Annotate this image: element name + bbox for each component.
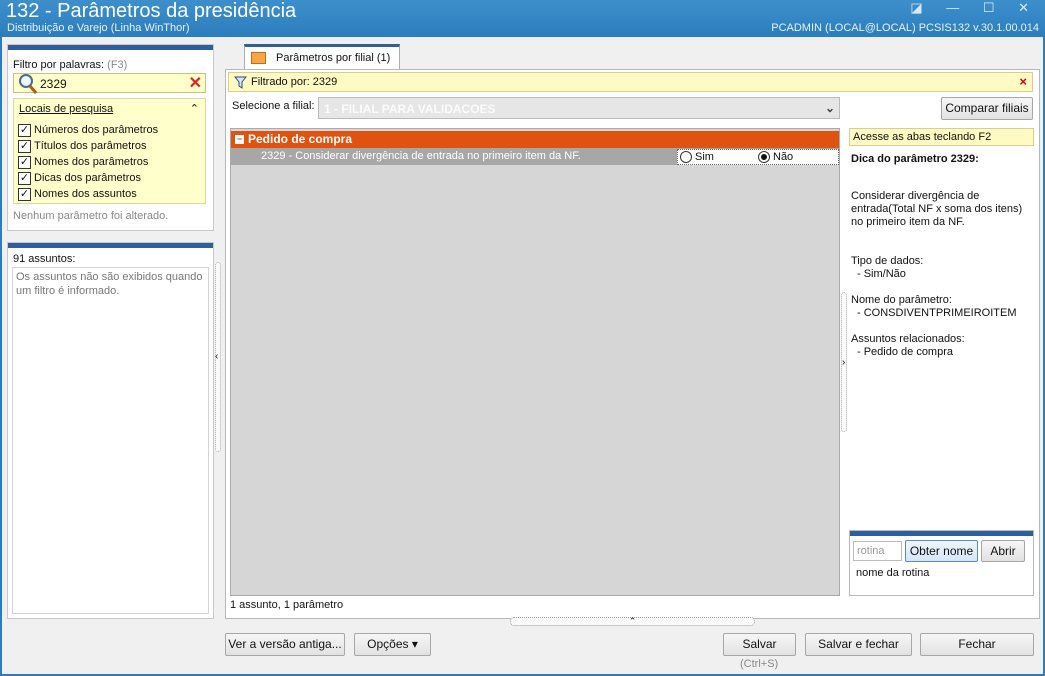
collapse-group-icon[interactable]: −: [235, 135, 244, 144]
checkbox-names[interactable]: ✓ Nomes dos parâmetros: [18, 154, 148, 170]
tip-description: Considerar divergência de entrada(Total …: [851, 190, 1023, 228]
status-text: 1 assunto, 1 parâmetro: [230, 599, 344, 611]
subjects-list[interactable]: Os assuntos não são exibidos quando um f…: [12, 267, 209, 614]
checkbox-icon[interactable]: ✓: [18, 155, 31, 169]
search-locations-header[interactable]: Locais de pesquisa: [19, 103, 113, 115]
title-bar: 132 - Parâmetros da presidência Distribu…: [0, 0, 1045, 37]
param-name-label: Nome do parâmetro:: [851, 294, 952, 306]
tip-bar-text: Acesse as abas teclando F2: [853, 131, 992, 143]
save-and-close-button[interactable]: Salvar e fechar: [805, 633, 912, 656]
window-controls[interactable]: ◪ — ☐ ✕: [910, 0, 1039, 16]
parameter-label: 2329 - Considerar divergência de entrada…: [261, 150, 581, 162]
old-version-button[interactable]: Ver a versão antiga...: [225, 633, 345, 656]
related-subjects-value: - Pedido de compra: [857, 346, 953, 358]
group-header[interactable]: − Pedido de compra: [231, 131, 839, 148]
option-yes[interactable]: Sim: [680, 151, 714, 163]
tip-title: Dica do parâmetro 2329:: [851, 153, 979, 165]
branch-value: 1 - FILIAL PARA VALIDACOES: [324, 102, 496, 116]
panel-header-bar: [8, 45, 213, 50]
routine-name-text: nome da rotina: [856, 567, 930, 579]
parameter-options: Sim Não: [677, 149, 839, 165]
clear-filter-icon[interactable]: ✕: [189, 73, 202, 93]
expand-up-icon[interactable]: ⌃: [629, 616, 637, 626]
checkbox-label: Dicas dos parâmetros: [34, 172, 141, 184]
param-name-value: - CONSDIVENTPRIMEIROITEM: [857, 307, 1017, 319]
option-no-label: Não: [773, 151, 794, 163]
tab-parameters-by-branch[interactable]: Parâmetros por filial (1): [244, 44, 400, 69]
parameter-row[interactable]: 2329 - Considerar divergência de entrada…: [231, 148, 839, 165]
checkbox-label: Nomes dos parâmetros: [34, 156, 149, 168]
window-title: 132 - Parâmetros da presidência: [6, 0, 297, 22]
close-button[interactable]: Fechar: [920, 633, 1034, 656]
data-type-value: - Sim/Não: [857, 268, 906, 280]
search-locations-box: Locais de pesquisa ⌃ ✓ Números dos parâm…: [13, 98, 206, 204]
checkbox-label: Nomes dos assuntos: [34, 188, 137, 200]
radio-selected-icon[interactable]: [758, 151, 770, 163]
checkbox-subject-names[interactable]: ✓ Nomes dos assuntos: [18, 186, 137, 202]
routine-input[interactable]: rotina: [853, 541, 902, 561]
checkbox-icon[interactable]: ✓: [18, 123, 31, 137]
filter-label: Filtro por palavras: (F3): [13, 59, 127, 71]
checkbox-titles[interactable]: ✓ Títulos dos parâmetros: [18, 138, 147, 154]
option-no[interactable]: Não: [758, 151, 793, 163]
save-button[interactable]: Salvar: [723, 633, 796, 656]
branch-select[interactable]: 1 - FILIAL PARA VALIDACOES ⌄: [318, 97, 840, 119]
bottom-splitter[interactable]: ⌃: [510, 617, 755, 626]
filter-label-text: Filtro por palavras:: [13, 59, 105, 71]
subjects-panel: 91 assuntos: Os assuntos não são exibido…: [7, 242, 214, 619]
filter-input[interactable]: 2329 ✕: [13, 73, 206, 94]
filter-shortcut-hint: (F3): [107, 59, 128, 71]
tip-bar: Acesse as abas teclando F2: [849, 128, 1034, 146]
parameters-grid: − Pedido de compra 2329 - Considerar div…: [230, 128, 840, 596]
checkbox-icon[interactable]: ✓: [18, 171, 31, 185]
filter-value: 2329: [40, 77, 67, 91]
collapse-icon[interactable]: ⌃: [190, 102, 199, 115]
right-splitter[interactable]: ›: [841, 292, 847, 432]
related-subjects-label: Assuntos relacionados:: [851, 333, 965, 345]
subjects-count-label: 91 assuntos:: [13, 253, 76, 265]
compare-branches-button[interactable]: Comparar filiais: [941, 97, 1033, 120]
collapse-left-icon[interactable]: ‹: [215, 351, 218, 362]
options-button[interactable]: Opções ▾: [354, 633, 431, 656]
panel-header-bar: [850, 531, 1033, 536]
get-name-button[interactable]: Obter nome: [905, 540, 978, 562]
search-icon: [19, 74, 38, 94]
checkbox-icon[interactable]: ✓: [18, 187, 31, 201]
left-splitter[interactable]: ‹: [215, 262, 221, 452]
save-shortcut-hint: (Ctrl+S): [740, 658, 779, 670]
group-title: Pedido de compra: [248, 132, 353, 146]
checkbox-label: Números dos parâmetros: [34, 124, 159, 136]
close-filter-icon[interactable]: ×: [1019, 74, 1027, 89]
radio-icon[interactable]: [680, 151, 692, 163]
funnel-icon: [234, 76, 247, 89]
filter-bar: Filtrado por: 2329 ×: [228, 72, 1033, 92]
routine-box: rotina Obter nome Abrir nome da rotina: [849, 530, 1034, 596]
checkbox-tips[interactable]: ✓ Dicas dos parâmetros: [18, 170, 141, 186]
no-changes-text: Nenhum parâmetro foi alterado.: [13, 210, 169, 222]
data-type-label: Tipo de dados:: [851, 255, 924, 267]
tab-label: Parâmetros por filial (1): [276, 52, 391, 64]
option-yes-label: Sim: [695, 151, 714, 163]
tip-panel: Acesse as abas teclando F2 Dica do parâm…: [849, 128, 1034, 596]
user-info: PCADMIN (LOCAL@LOCAL) PCSIS132 v.30.1.00…: [771, 22, 1039, 34]
checkbox-icon[interactable]: ✓: [18, 139, 31, 153]
chevron-down-icon[interactable]: ⌄: [825, 101, 835, 115]
open-button[interactable]: Abrir: [981, 540, 1025, 562]
filter-panel: Filtro por palavras: (F3) 2329 ✕ Locais …: [7, 44, 214, 231]
branch-label: Selecione a filial:: [232, 100, 315, 112]
collapse-right-icon[interactable]: ›: [842, 357, 845, 368]
checkbox-numbers[interactable]: ✓ Números dos parâmetros: [18, 122, 158, 138]
checkbox-label: Títulos dos parâmetros: [34, 140, 147, 152]
panel-header-bar: [8, 243, 213, 248]
filter-bar-label: Filtrado por: 2329: [251, 76, 338, 88]
window-subtitle: Distribuição e Varejo (Linha WinThor): [7, 22, 190, 34]
subjects-info-text: Os assuntos não são exibidos quando um f…: [16, 271, 203, 297]
folder-icon: [251, 52, 266, 64]
